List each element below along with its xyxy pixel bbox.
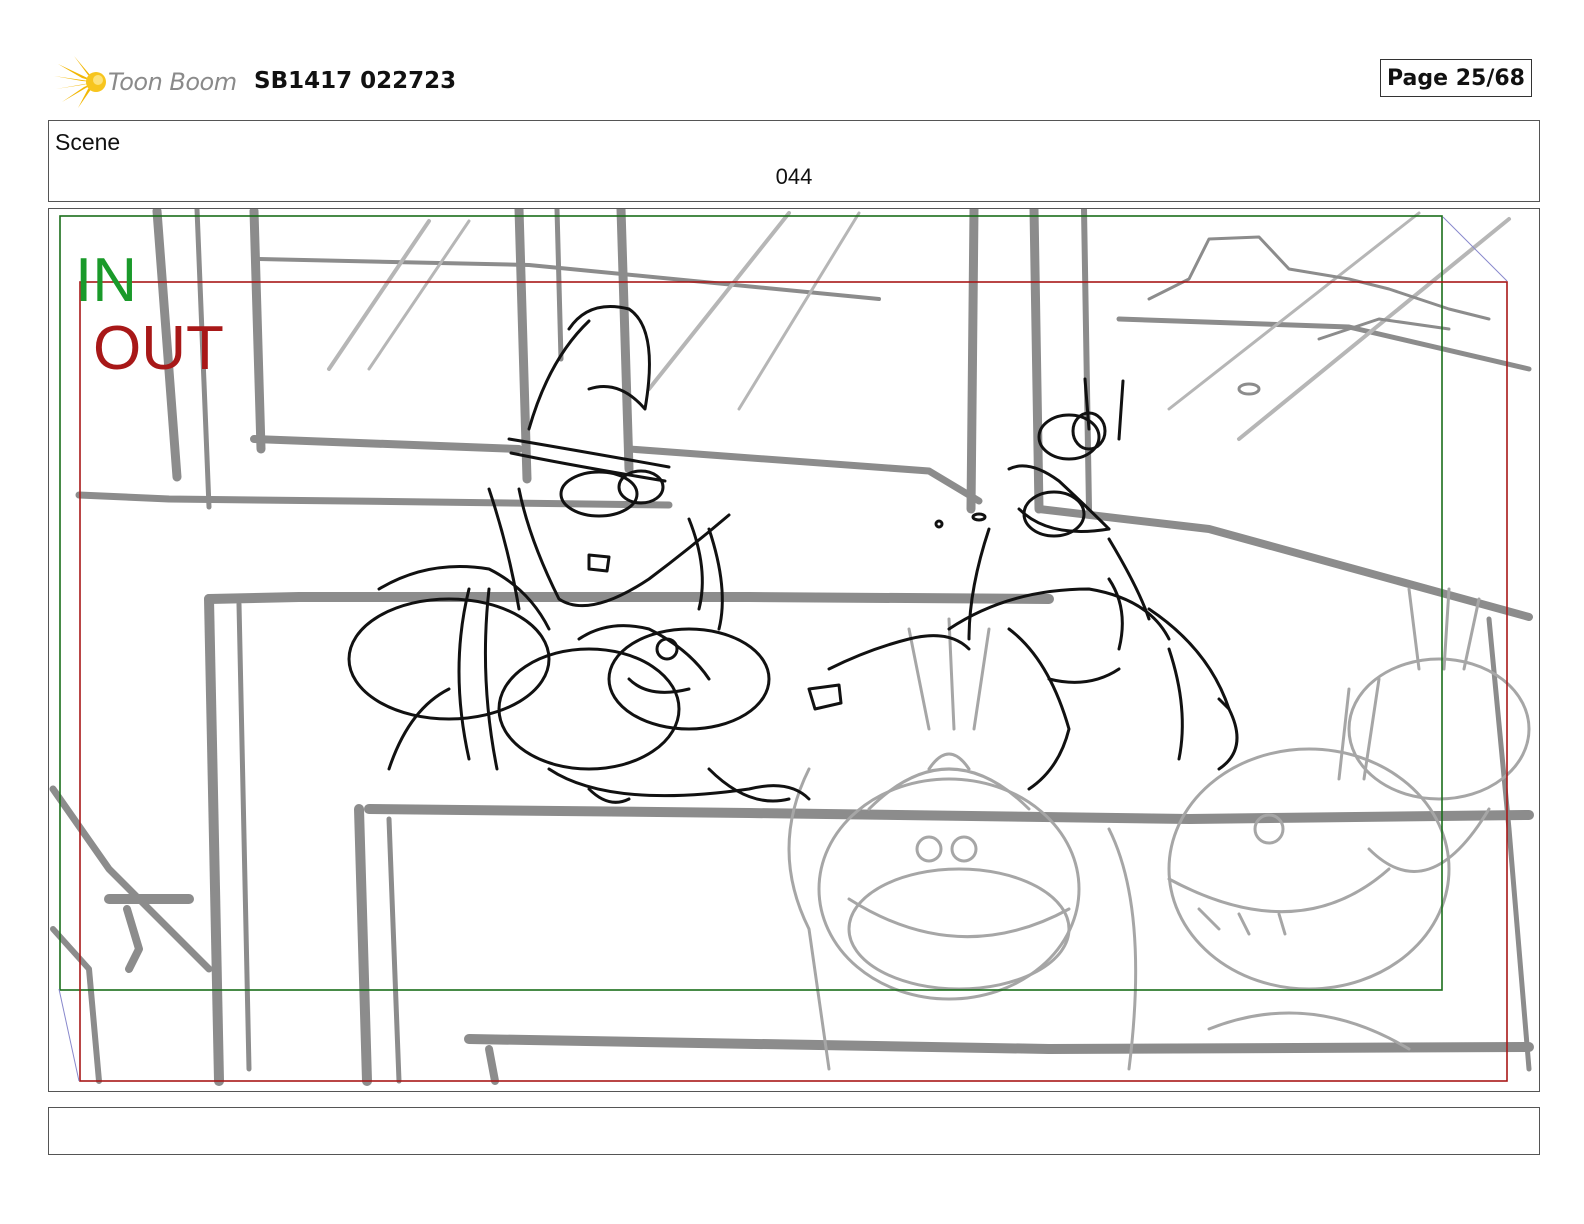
page-indicator: Page 25/68 xyxy=(1380,59,1532,97)
frame-in-label: IN xyxy=(75,246,137,315)
toon-boom-starburst-icon xyxy=(54,56,106,108)
storyboard-panel: IN OUT xyxy=(48,208,1540,1092)
frame-out-label: OUT xyxy=(93,314,224,383)
scene-number: 044 xyxy=(775,164,813,189)
frame-in-guide xyxy=(59,215,1443,991)
main-characters-ink xyxy=(347,305,1239,804)
brand-name: Toon Boom xyxy=(108,68,237,96)
page-header: Toon Boom SB1417 022723 Page 25/68 xyxy=(48,54,1540,108)
notes-box xyxy=(48,1107,1540,1155)
scene-info-box: Scene 044 xyxy=(48,120,1540,202)
panel-drawing: IN OUT xyxy=(49,209,1534,1086)
document-id: SB1417 022723 xyxy=(254,68,457,94)
frame-out-guide xyxy=(79,281,1508,1082)
foreground-characters-rough xyxy=(787,587,1531,1071)
scene-label: Scene xyxy=(55,129,121,155)
background-sketch xyxy=(49,209,1534,1086)
toon-boom-logo: Toon Boom xyxy=(52,56,242,108)
